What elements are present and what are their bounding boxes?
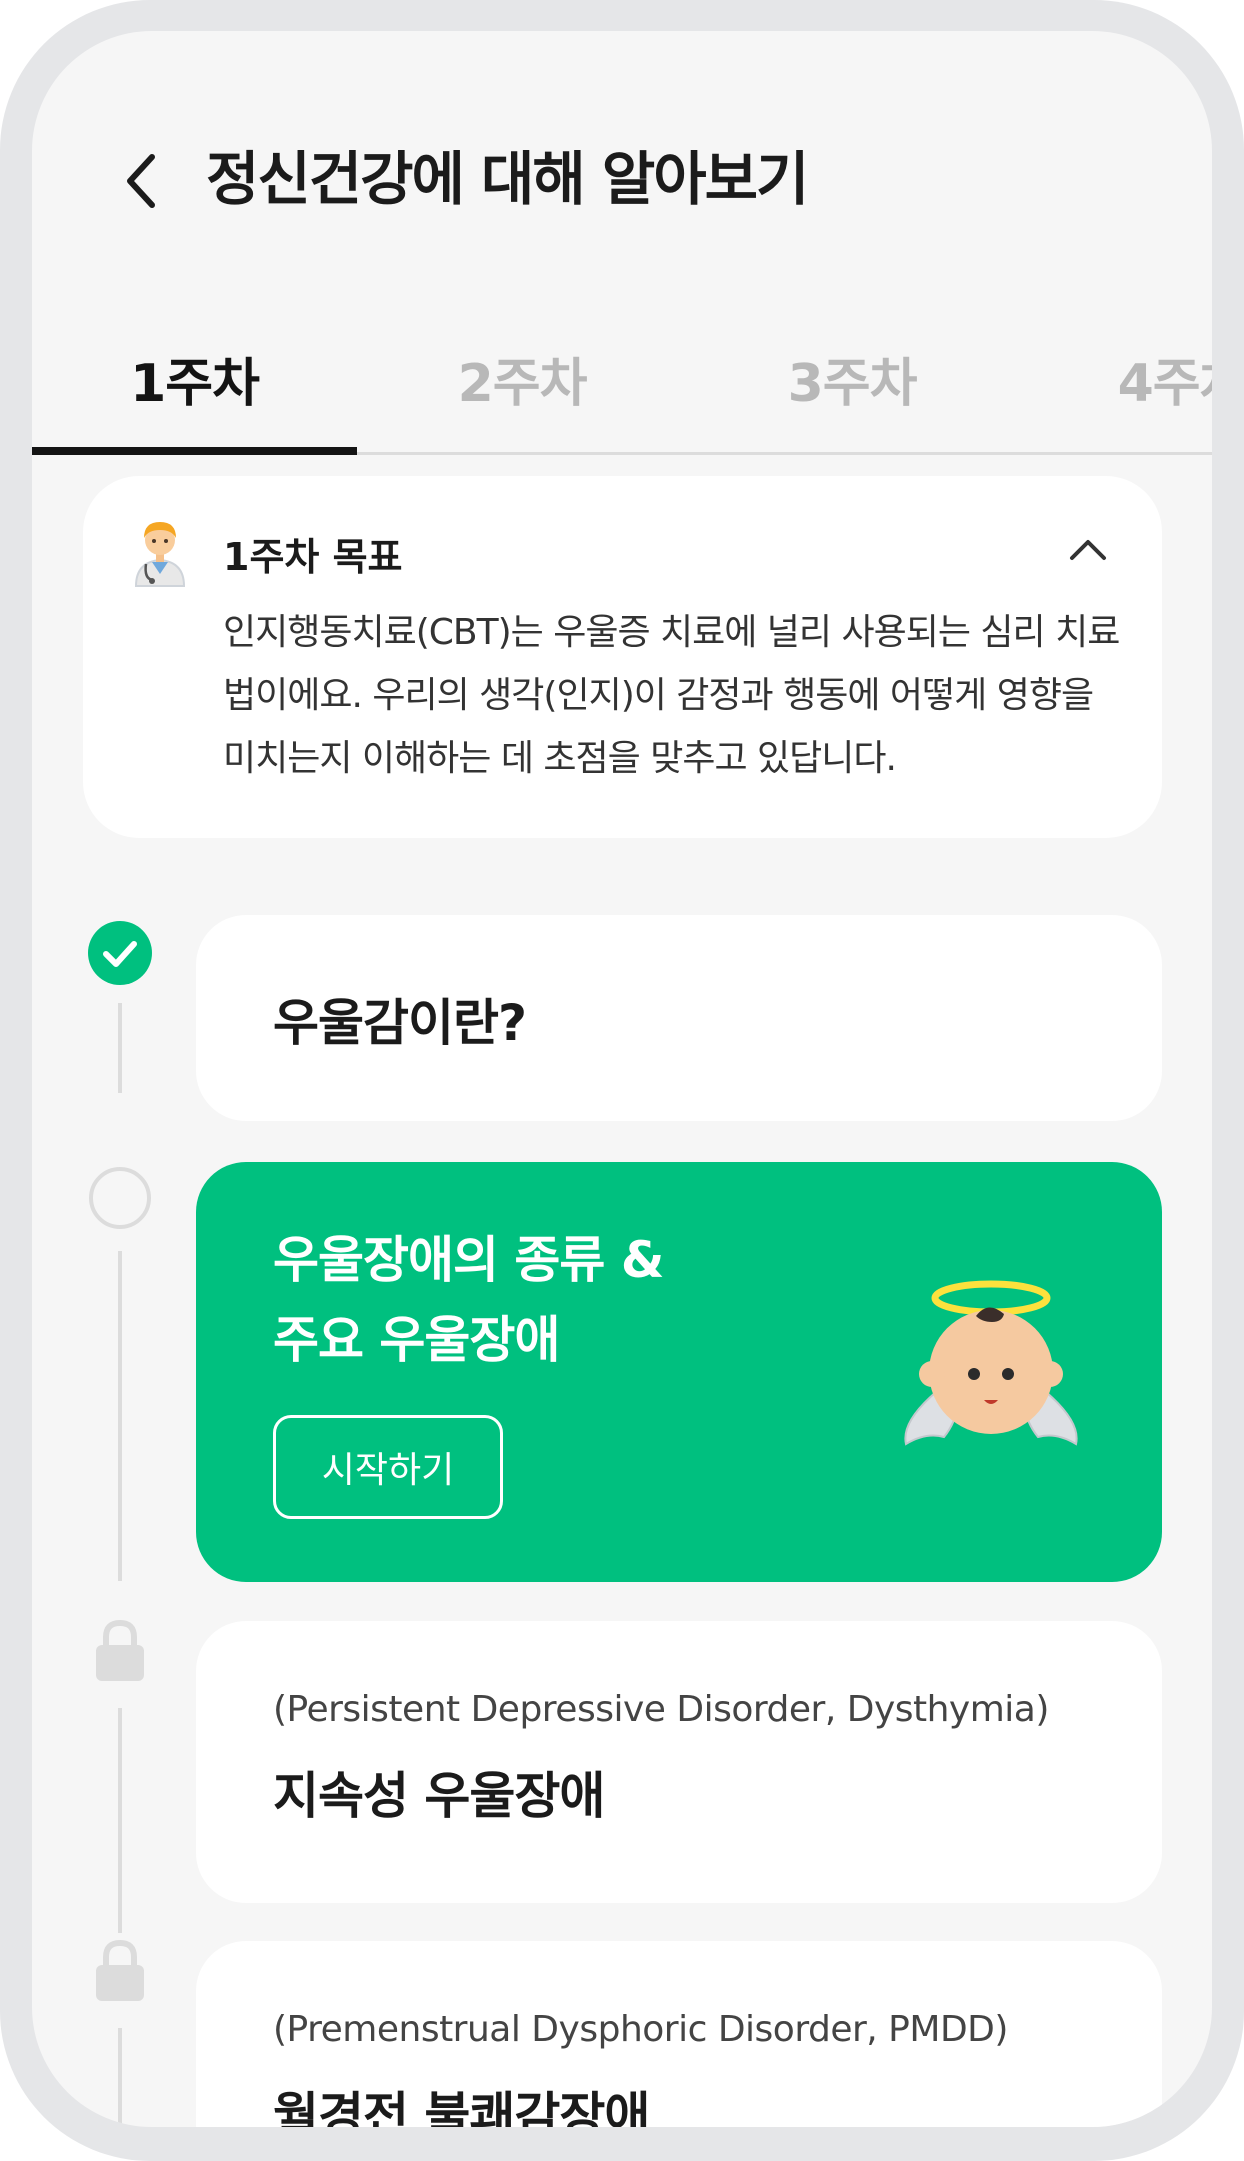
goal-description: 인지행동치료(CBT)는 우울증 치료에 널리 사용되는 심리 치료법이에요. … xyxy=(223,612,1120,779)
timeline-connector xyxy=(118,1251,122,1581)
lesson-subtitle: (Persistent Depressive Disorder, Dysthym… xyxy=(273,1689,1049,1730)
chevron-up-icon xyxy=(1070,540,1106,560)
page-title: 정신건강에 대해 알아보기 xyxy=(206,145,809,213)
lesson-subtitle: (Premenstrual Dysphoric Disorder, PMDD) xyxy=(273,2009,1008,2050)
doctor-avatar-icon xyxy=(128,516,192,588)
completed-check-icon xyxy=(88,921,152,985)
tab-week-4[interactable]: 4주차 xyxy=(1017,333,1212,423)
lesson-card-1[interactable]: 우울감이란? xyxy=(196,915,1162,1121)
active-tab-indicator xyxy=(32,447,357,455)
timeline-connector xyxy=(118,1003,122,1093)
tab-week-1[interactable]: 1주차 xyxy=(32,333,357,423)
goal-title: 1주차 목표 xyxy=(223,535,403,579)
goal-card: 1주차 목표 인지행동치료(CBT)는 우울증 치료에 널리 사용되는 심리 치… xyxy=(83,476,1162,838)
lesson-title: 지속성 우울장애 xyxy=(273,1767,605,1825)
tab-week-2[interactable]: 2주차 xyxy=(357,333,687,423)
timeline-connector xyxy=(118,2028,122,2127)
lesson-title: 우울감이란? xyxy=(273,994,527,1052)
week-tabs: 1주차 2주차 3주차 4주차 xyxy=(32,303,1212,455)
lesson-card-3-locked[interactable]: (Persistent Depressive Disorder, Dysthym… xyxy=(196,1621,1162,1903)
header: 정신건강에 대해 알아보기 xyxy=(32,31,1212,281)
collapse-button[interactable] xyxy=(1062,524,1114,576)
lock-icon xyxy=(88,1939,152,2003)
baby-angel-icon xyxy=(896,1272,1086,1462)
app-screen: 정신건강에 대해 알아보기 1주차 2주차 3주차 4주차 xyxy=(32,31,1212,2127)
timeline-connector xyxy=(118,1708,122,1933)
start-button[interactable]: 시작하기 xyxy=(273,1415,503,1519)
lesson-title: 우울장애의 종류 & 주요 우울장애 xyxy=(273,1220,664,1380)
lesson-card-4-locked[interactable]: (Premenstrual Dysphoric Disorder, PMDD) … xyxy=(196,1941,1162,2127)
back-button[interactable] xyxy=(110,141,170,221)
lesson-title-line-2: 주요 우울장애 xyxy=(273,1311,560,1369)
lesson-card-2-current[interactable]: 우울장애의 종류 & 주요 우울장애 시작하기 xyxy=(196,1162,1162,1582)
tab-week-3[interactable]: 3주차 xyxy=(687,333,1017,423)
lesson-title-line-1: 우울장애의 종류 & xyxy=(273,1231,664,1289)
current-step-icon xyxy=(88,1166,152,1230)
lock-icon xyxy=(88,1619,152,1683)
chevron-left-icon xyxy=(127,154,155,208)
device-frame: 정신건강에 대해 알아보기 1주차 2주차 3주차 4주차 xyxy=(0,0,1244,2161)
lesson-title: 월경전 불쾌감장애 xyxy=(273,2087,650,2127)
